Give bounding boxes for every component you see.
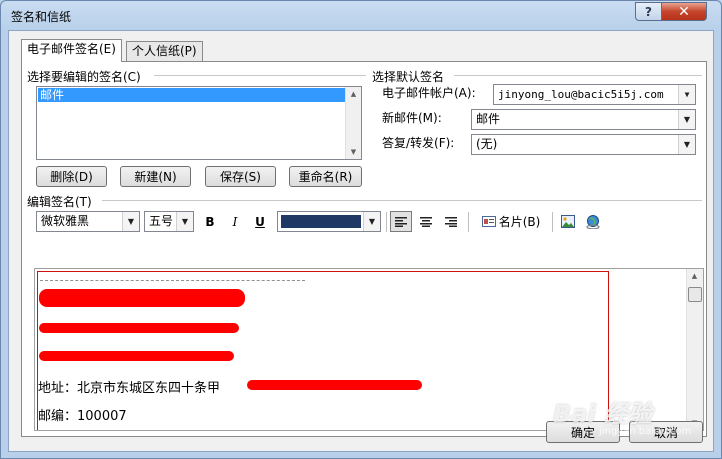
redacted-company-name [39, 289, 245, 307]
scroll-up-icon[interactable]: ▲ [346, 87, 361, 101]
insert-picture-button[interactable] [557, 211, 579, 232]
font-value: 微软雅黑 [41, 214, 90, 228]
align-center-button[interactable] [415, 211, 437, 232]
help-button[interactable]: ? [635, 2, 662, 21]
chevron-down-icon[interactable]: ▼ [176, 212, 193, 231]
align-right-icon [445, 216, 457, 227]
signature-item-mail[interactable]: 邮件 [38, 88, 345, 102]
toolbar-divider [468, 212, 469, 232]
signature-address: 地址：北京市东城区东四十条甲 [38, 381, 221, 396]
replies-select[interactable]: (无) ▼ [471, 134, 696, 155]
title-bar[interactable]: 签名和信纸 ? ✕ [1, 1, 721, 29]
watermark-logo: Bai 经验 [553, 400, 653, 428]
save-button[interactable]: 保存(S) [205, 166, 276, 187]
bold-button[interactable]: B [199, 211, 221, 232]
scroll-thumb[interactable] [688, 287, 702, 302]
font-size-select[interactable]: 五号 ▼ [144, 211, 194, 232]
new-messages-select[interactable]: 邮件 ▼ [471, 109, 696, 130]
new-messages-value: 邮件 [476, 112, 501, 126]
rename-button[interactable]: 重命名(R) [289, 166, 362, 187]
scroll-down-icon[interactable]: ▼ [346, 145, 361, 159]
window-title: 签名和信纸 [11, 10, 72, 24]
replies-label: 答复/转发(F): [382, 136, 455, 150]
chevron-down-icon[interactable]: ▼ [122, 212, 139, 231]
font-size-value: 五号 [149, 214, 174, 228]
scroll-up-icon[interactable]: ▲ [687, 269, 702, 283]
email-signature-panel: 选择要编辑的签名(C) 邮件 ▲ ▼ 删除(D) 新建(N) 保存(S) 重命名… [21, 61, 707, 437]
business-card-icon [481, 216, 496, 227]
account-value: jinyong_lou@bacic5i5j.com [498, 88, 664, 101]
redacted-contact-info [39, 323, 239, 333]
signature-list-scrollbar[interactable]: ▲ ▼ [345, 87, 361, 159]
select-signature-label: 选择要编辑的签名(C) [27, 70, 141, 84]
hyperlink-globe-icon [586, 214, 600, 229]
signature-list[interactable]: 邮件 ▲ ▼ [36, 86, 362, 160]
insert-hyperlink-button[interactable] [582, 211, 604, 232]
toolbar-divider [552, 212, 553, 232]
dialog-client-area: 电子邮件签名(E) 个人信纸(P) 选择要编辑的签名(C) 邮件 ▲ ▼ 删除(… [8, 30, 714, 452]
picture-icon [561, 215, 575, 228]
align-center-icon [420, 216, 432, 227]
section-divider [454, 75, 702, 76]
account-label: 电子邮件帐户(A): [382, 86, 476, 100]
account-select[interactable]: jinyong_lou@bacic5i5j.com ▼ [493, 84, 696, 105]
toolbar-divider [386, 212, 387, 232]
editor-scrollbar[interactable]: ▲ ▼ [686, 269, 703, 430]
redacted-street-number [247, 380, 422, 390]
business-card-label: 名片(B) [498, 215, 541, 229]
chevron-down-icon[interactable]: ▼ [363, 212, 380, 231]
new-messages-label: 新邮件(M): [382, 111, 442, 125]
signatures-dialog: 签名和信纸 ? ✕ 电子邮件签名(E) 个人信纸(P) 选择要编辑的签名(C) … [0, 0, 722, 459]
chevron-down-icon[interactable]: ▼ [678, 85, 695, 104]
close-button[interactable]: ✕ [661, 2, 707, 21]
italic-button[interactable]: I [224, 211, 246, 232]
tab-email-signature[interactable]: 电子邮件签名(E) [21, 39, 122, 62]
font-color-select[interactable]: ▼ [277, 211, 381, 232]
font-color-swatch [281, 215, 361, 228]
watermark-url: jingyan.baidu.com [599, 426, 692, 437]
chevron-down-icon[interactable]: ▼ [678, 110, 695, 129]
section-divider [102, 200, 702, 201]
chevron-down-icon[interactable]: ▼ [678, 135, 695, 154]
align-right-button[interactable] [440, 211, 462, 232]
replies-value: (无) [476, 137, 498, 151]
align-left-button[interactable] [390, 211, 412, 232]
business-card-button[interactable]: 名片(B) [476, 211, 546, 232]
signature-divider-line [40, 280, 305, 281]
delete-button[interactable]: 删除(D) [36, 166, 107, 187]
default-signature-label: 选择默认签名 [372, 70, 445, 84]
edit-signature-label: 编辑签名(T) [27, 195, 92, 209]
signature-postcode: 邮编：100007 [38, 409, 127, 424]
formatting-toolbar: 微软雅黑 ▼ 五号 ▼ B I U ▼ 名片(B) [36, 211, 702, 233]
align-left-icon [395, 216, 407, 227]
section-divider [154, 75, 366, 76]
tab-personal-stationery[interactable]: 个人信纸(P) [126, 41, 203, 61]
new-button[interactable]: 新建(N) [120, 166, 191, 187]
font-select[interactable]: 微软雅黑 ▼ [36, 211, 140, 232]
redacted-company-address [39, 351, 234, 361]
underline-button[interactable]: U [249, 211, 271, 232]
